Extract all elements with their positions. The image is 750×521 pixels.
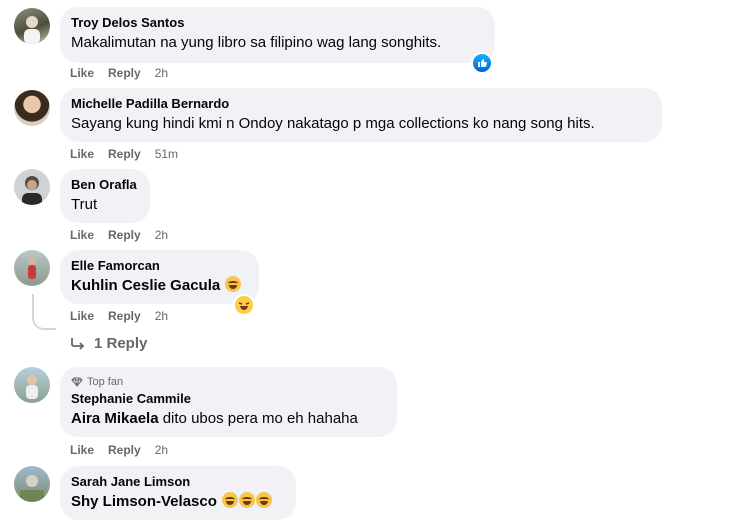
reply-thread-line [32, 294, 56, 330]
comment-time[interactable]: 2h [155, 66, 168, 80]
haha-icon[interactable] [233, 294, 255, 316]
like-button[interactable]: Like [70, 147, 94, 161]
comment-text: Trut [71, 196, 98, 213]
like-button[interactable]: Like [70, 66, 94, 80]
laughing-emoji-icon [256, 492, 273, 508]
reply-button[interactable]: Reply [108, 309, 141, 323]
comment-sarah: Sarah Jane Limson Shy Limson-Velasco [0, 466, 750, 521]
comment-author[interactable]: Stephanie Cammile [71, 391, 385, 407]
comment-author[interactable]: Troy Delos Santos [71, 15, 483, 31]
comment-stephanie: Top fan Stephanie Cammile Aira Mikaela d… [0, 367, 750, 459]
comment-bubble: Sarah Jane Limson Shy Limson-Velasco [60, 466, 296, 520]
comment-bubble: Ben Orafla Trut [60, 169, 150, 223]
comment-text: Makalimutan na yung libro sa filipino wa… [71, 34, 442, 51]
reply-button[interactable]: Reply [108, 147, 141, 161]
comment-actions: Like Reply 51m [70, 147, 178, 161]
comment-actions: Like Reply 2h [70, 309, 168, 323]
mentioned-user[interactable]: Kuhlin Ceslie Gacula [71, 277, 220, 294]
reply-button[interactable]: Reply [108, 66, 141, 80]
comment-text: Kuhlin Ceslie Gacula [71, 276, 247, 296]
mentioned-user[interactable]: Aira Mikaela [71, 410, 159, 427]
avatar[interactable] [14, 250, 50, 286]
comment-actions: Like Reply 2h [70, 66, 168, 80]
comment-bubble: Troy Delos Santos Makalimutan na yung li… [60, 7, 495, 63]
reply-arrow-icon [71, 337, 85, 350]
comment-time[interactable]: 51m [155, 147, 178, 161]
laughing-emoji-icon [239, 492, 256, 508]
comment-actions: Like Reply 2h [70, 443, 168, 457]
comment-text: Shy Limson-Velasco [71, 492, 284, 512]
badge-label: Top fan [87, 376, 124, 388]
like-button[interactable]: Like [70, 309, 94, 323]
like-button[interactable]: Like [70, 228, 94, 242]
comment-ben: Ben Orafla Trut Like Reply 2h [0, 169, 750, 242]
comment-author[interactable]: Ben Orafla [71, 177, 138, 193]
comment-elle: Elle Famorcan Kuhlin Ceslie Gacula Like … [0, 250, 750, 358]
comment-author[interactable]: Elle Famorcan [71, 258, 247, 274]
comment-text: Sayang kung hindi kmi n Ondoy nakatago p… [71, 115, 595, 132]
laughing-emoji-icon [225, 276, 242, 292]
comment-troy: Troy Delos Santos Makalimutan na yung li… [0, 0, 750, 80]
reply-button[interactable]: Reply [108, 443, 141, 457]
comment-michelle: Michelle Padilla Bernardo Sayang kung hi… [0, 88, 750, 161]
comment-bubble: Michelle Padilla Bernardo Sayang kung hi… [60, 88, 662, 142]
avatar[interactable] [14, 169, 50, 205]
view-replies-link[interactable]: 1 Reply [70, 335, 147, 352]
comment-time[interactable]: 2h [155, 228, 168, 242]
comment-actions: Like Reply 2h [70, 228, 168, 242]
avatar[interactable] [14, 466, 50, 502]
comment-time[interactable]: 2h [155, 443, 168, 457]
comment-author[interactable]: Michelle Padilla Bernardo [71, 96, 650, 112]
comment-text: Aira Mikaela dito ubos pera mo eh hahaha [71, 409, 385, 429]
like-button[interactable]: Like [70, 443, 94, 457]
top-fan-badge: Top fan [71, 375, 385, 389]
diamond-icon [71, 377, 83, 387]
comment-bubble: Elle Famorcan Kuhlin Ceslie Gacula [60, 250, 259, 304]
like-icon[interactable] [471, 52, 493, 74]
avatar[interactable] [14, 367, 50, 403]
mentioned-user[interactable]: Shy Limson-Velasco [71, 493, 217, 510]
avatar[interactable] [14, 8, 50, 44]
comment-bubble: Top fan Stephanie Cammile Aira Mikaela d… [60, 367, 397, 437]
comment-body: dito ubos pera mo eh hahaha [158, 410, 358, 427]
reply-button[interactable]: Reply [108, 228, 141, 242]
comment-author[interactable]: Sarah Jane Limson [71, 474, 284, 490]
avatar[interactable] [14, 90, 50, 126]
view-replies-label: 1 Reply [94, 335, 148, 352]
laughing-emoji-icon [222, 492, 239, 508]
comment-time[interactable]: 2h [155, 309, 168, 323]
